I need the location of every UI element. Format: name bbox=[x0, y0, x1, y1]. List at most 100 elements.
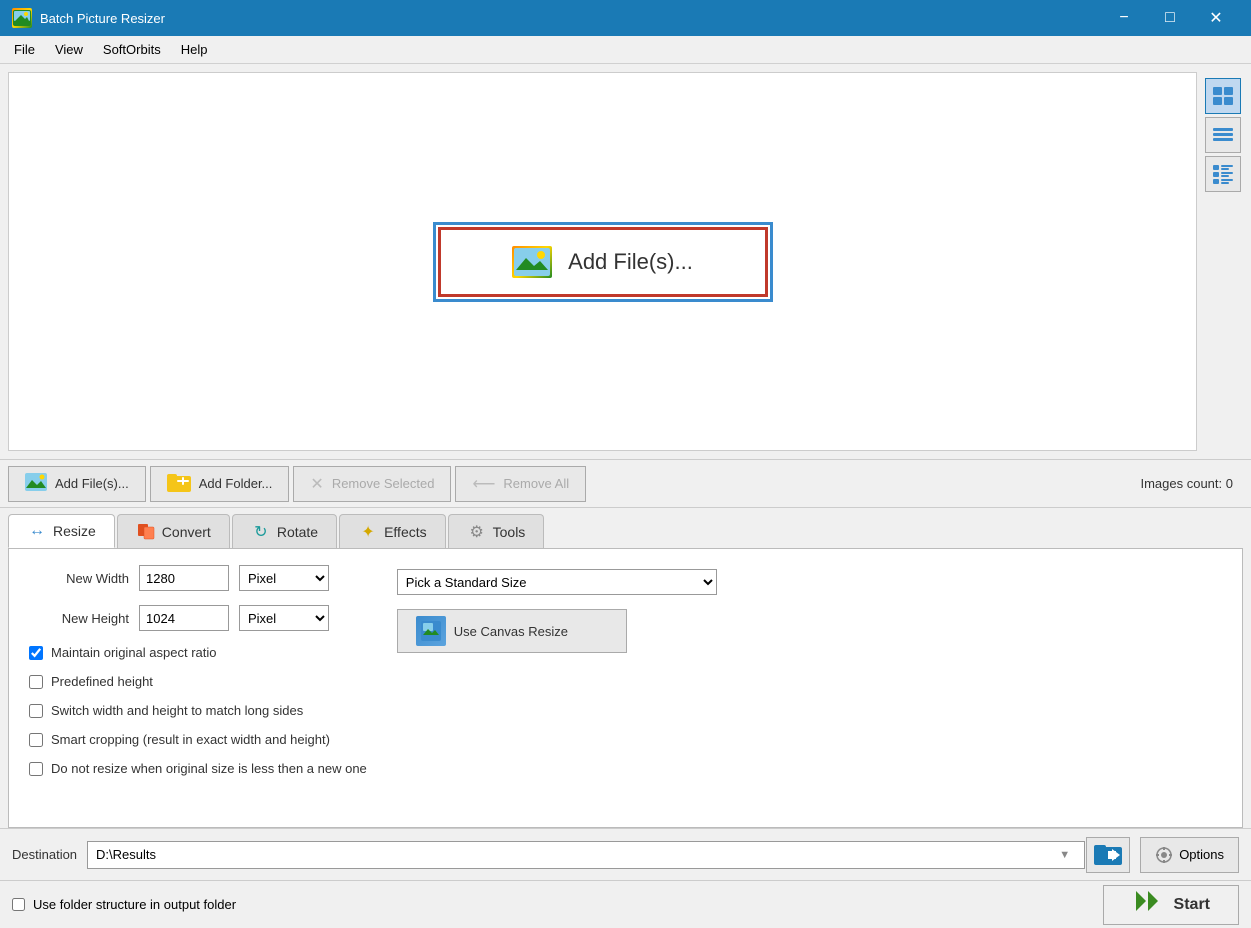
add-files-big-button[interactable]: Add File(s)... bbox=[438, 227, 768, 297]
view-list-button[interactable] bbox=[1205, 117, 1241, 153]
rotate-tab-icon: ↻ bbox=[251, 522, 271, 542]
smart-crop-label: Smart cropping (result in exact width an… bbox=[51, 732, 330, 747]
start-label: Start bbox=[1174, 896, 1210, 914]
no-upscale-row: Do not resize when original size is less… bbox=[29, 761, 367, 776]
title-bar: Batch Picture Resizer − □ ✕ bbox=[0, 0, 1251, 36]
big-image-icon bbox=[512, 246, 552, 278]
start-button[interactable]: Start bbox=[1103, 885, 1239, 925]
view-thumbnails-button[interactable] bbox=[1205, 78, 1241, 114]
tab-tools[interactable]: ⚙ Tools bbox=[448, 514, 545, 548]
destination-path-input[interactable] bbox=[87, 841, 1085, 869]
images-count-label: Images count: bbox=[1140, 476, 1222, 491]
maintain-aspect-checkbox[interactable] bbox=[29, 646, 43, 660]
predefined-height-label: Predefined height bbox=[51, 674, 153, 689]
new-width-input[interactable] bbox=[139, 565, 229, 591]
resize-col-right: Pick a Standard Size Use Canvas Res bbox=[387, 565, 717, 653]
add-folder-icon bbox=[167, 472, 191, 495]
images-count-value: 0 bbox=[1226, 476, 1233, 491]
close-button[interactable]: ✕ bbox=[1193, 0, 1239, 36]
window-controls: − □ ✕ bbox=[1101, 0, 1239, 36]
no-upscale-checkbox[interactable] bbox=[29, 762, 43, 776]
tab-tools-label: Tools bbox=[493, 524, 526, 540]
canvas-resize-label: Use Canvas Resize bbox=[454, 624, 568, 639]
convert-tab-icon bbox=[136, 522, 156, 542]
maximize-button[interactable]: □ bbox=[1147, 0, 1193, 36]
switch-wh-checkbox[interactable] bbox=[29, 704, 43, 718]
menu-view[interactable]: View bbox=[45, 38, 93, 61]
app-icon bbox=[12, 8, 32, 28]
add-files-button[interactable]: Add File(s)... bbox=[8, 466, 146, 502]
use-folder-checkbox[interactable] bbox=[12, 898, 25, 911]
new-width-row: New Width Pixel Percent Inch Cm bbox=[29, 565, 367, 591]
tools-tab-icon: ⚙ bbox=[467, 522, 487, 542]
canvas-resize-button[interactable]: Use Canvas Resize bbox=[397, 609, 627, 653]
menu-file[interactable]: File bbox=[4, 38, 45, 61]
standard-size-select[interactable]: Pick a Standard Size bbox=[397, 569, 717, 595]
maintain-aspect-row: Maintain original aspect ratio bbox=[29, 645, 367, 660]
remove-selected-label: Remove Selected bbox=[332, 476, 435, 491]
add-files-label: Add File(s)... bbox=[55, 476, 129, 491]
tab-rotate-label: Rotate bbox=[277, 524, 318, 540]
maintain-aspect-label: Maintain original aspect ratio bbox=[51, 645, 216, 660]
remove-all-button[interactable]: ⟵ Remove All bbox=[455, 466, 586, 502]
menu-bar: File View SoftOrbits Help bbox=[0, 36, 1251, 64]
menu-softorbits[interactable]: SoftOrbits bbox=[93, 38, 171, 61]
switch-wh-label: Switch width and height to match long si… bbox=[51, 703, 303, 718]
destination-browse-button[interactable] bbox=[1086, 837, 1130, 873]
remove-all-label: Remove All bbox=[503, 476, 569, 491]
standard-size-row: Pick a Standard Size bbox=[397, 569, 717, 595]
remove-selected-button[interactable]: ✕ Remove Selected bbox=[293, 466, 451, 502]
remove-all-icon: ⟵ bbox=[472, 474, 495, 494]
title-bar-left: Batch Picture Resizer bbox=[12, 8, 165, 28]
new-height-row: New Height Pixel Percent Inch Cm bbox=[29, 605, 367, 631]
view-details-button[interactable] bbox=[1205, 156, 1241, 192]
menu-help[interactable]: Help bbox=[171, 38, 218, 61]
image-panel: Add File(s)... bbox=[8, 72, 1197, 451]
tab-area: ↔ Resize Convert ↻ Rotate ✦ Effects bbox=[0, 507, 1251, 828]
new-width-label: New Width bbox=[29, 571, 129, 586]
new-height-input[interactable] bbox=[139, 605, 229, 631]
remove-selected-icon: ✕ bbox=[310, 474, 323, 494]
new-height-unit-select[interactable]: Pixel Percent Inch Cm bbox=[239, 605, 329, 631]
switch-wh-row: Switch width and height to match long si… bbox=[29, 703, 367, 718]
tab-effects[interactable]: ✦ Effects bbox=[339, 514, 446, 548]
footer-bar: Use folder structure in output folder St… bbox=[0, 880, 1251, 928]
resize-col-left: New Width Pixel Percent Inch Cm New Heig… bbox=[29, 565, 367, 776]
use-folder-label: Use folder structure in output folder bbox=[33, 897, 236, 912]
tab-convert-label: Convert bbox=[162, 524, 211, 540]
tabs: ↔ Resize Convert ↻ Rotate ✦ Effects bbox=[8, 508, 1243, 548]
new-height-label: New Height bbox=[29, 611, 129, 626]
main-area: Add File(s)... bbox=[0, 64, 1251, 928]
new-width-unit-select[interactable]: Pixel Percent Inch Cm bbox=[239, 565, 329, 591]
options-label: Options bbox=[1179, 847, 1224, 862]
add-folder-label: Add Folder... bbox=[199, 476, 273, 491]
tab-resize-label: Resize bbox=[53, 523, 96, 539]
destination-label: Destination bbox=[12, 847, 77, 862]
tab-effects-label: Effects bbox=[384, 524, 427, 540]
tab-convert[interactable]: Convert bbox=[117, 514, 230, 548]
view-buttons bbox=[1203, 72, 1243, 451]
predefined-height-checkbox[interactable] bbox=[29, 675, 43, 689]
add-folder-button[interactable]: Add Folder... bbox=[150, 466, 290, 502]
tab-rotate[interactable]: ↻ Rotate bbox=[232, 514, 337, 548]
no-upscale-label: Do not resize when original size is less… bbox=[51, 761, 367, 776]
smart-crop-checkbox[interactable] bbox=[29, 733, 43, 747]
resize-two-col: New Width Pixel Percent Inch Cm New Heig… bbox=[29, 565, 1222, 776]
use-folder-row: Use folder structure in output folder bbox=[12, 897, 236, 912]
tab-content-resize: New Width Pixel Percent Inch Cm New Heig… bbox=[8, 548, 1243, 828]
predefined-height-row: Predefined height bbox=[29, 674, 367, 689]
start-icon bbox=[1132, 887, 1164, 922]
bottom-toolbar: Add File(s)... Add Folder... ✕ Remove Se… bbox=[0, 459, 1251, 507]
app-title: Batch Picture Resizer bbox=[40, 11, 165, 26]
smart-crop-row: Smart cropping (result in exact width an… bbox=[29, 732, 367, 747]
add-files-big-inner: Add File(s)... bbox=[512, 246, 693, 278]
add-files-big-label: Add File(s)... bbox=[568, 249, 693, 275]
canvas-resize-icon bbox=[416, 616, 446, 646]
minimize-button[interactable]: − bbox=[1101, 0, 1147, 36]
tab-resize[interactable]: ↔ Resize bbox=[8, 514, 115, 548]
options-button[interactable]: Options bbox=[1140, 837, 1239, 873]
add-files-icon bbox=[25, 473, 47, 494]
image-panel-wrapper: Add File(s)... bbox=[0, 64, 1251, 459]
destination-bar: Destination ▼ Options bbox=[0, 828, 1251, 880]
effects-tab-icon: ✦ bbox=[358, 522, 378, 542]
